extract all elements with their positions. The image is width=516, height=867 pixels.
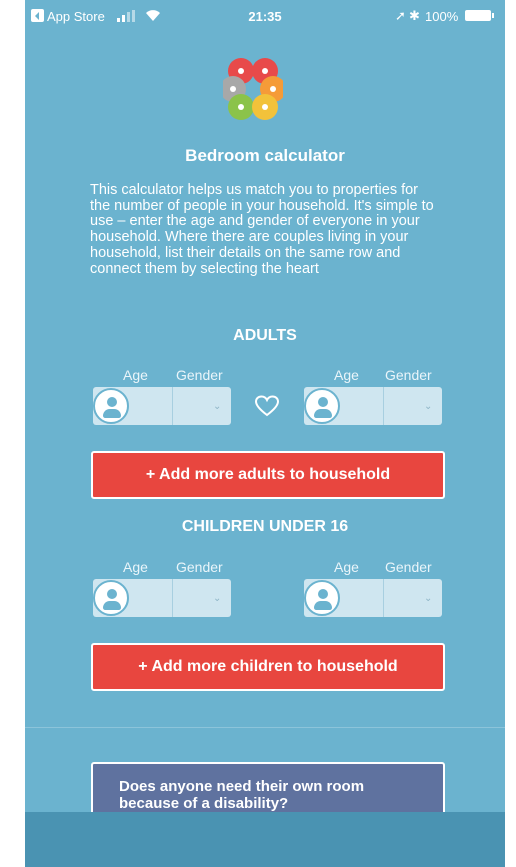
heart-icon[interactable] [255,395,279,417]
bottom-bar [25,812,505,867]
page-title: Bedroom calculator [185,146,345,165]
add-children-button[interactable]: + Add more children to household [91,643,445,691]
add-adults-button[interactable]: + Add more adults to household [91,451,445,499]
chevron-down-icon: ⌄ [424,401,433,412]
child2-age-label: Age [334,559,359,575]
children-heading: CHILDREN UNDER 16 [181,518,349,535]
battery-icon [465,10,494,21]
status-bar: App Store 21:35 ➚ ✱ 100% [25,0,505,34]
adult2-age-label: Age [334,367,359,383]
chevron-down-icon: ⌄ [213,593,222,604]
bluetooth-icon: ✱ [409,8,420,23]
flower-logo [223,58,283,120]
person-icon [93,580,129,616]
adults-heading: ADULTS [233,327,297,344]
child1-age-label: Age [123,559,148,575]
phone-screen: App Store 21:35 ➚ ✱ 100% Bedroom calcula… [25,0,505,867]
child1-gender-label: Gender [176,559,223,575]
adult1-gender-select[interactable] [173,387,231,425]
child2-gender-select[interactable] [384,579,442,617]
adult1-age-label: Age [123,367,148,383]
intro-text: This calculator helps us match you to pr… [90,182,434,277]
adult1-gender-label: Gender [176,367,223,383]
chevron-down-icon: ⌄ [213,401,222,412]
person-icon [304,388,340,424]
battery-percent: 100% [425,9,459,24]
child2-gender-label: Gender [385,559,432,575]
adult2-gender-label: Gender [385,367,432,383]
disability-question-text: Does anyone need their own room because … [119,778,365,812]
location-icon: ➚ [395,8,406,23]
person-icon [304,580,340,616]
divider [25,727,505,728]
child1-gender-select[interactable] [173,579,231,617]
adult2-gender-select[interactable] [384,387,442,425]
person-icon [93,388,129,424]
chevron-down-icon: ⌄ [424,593,433,604]
